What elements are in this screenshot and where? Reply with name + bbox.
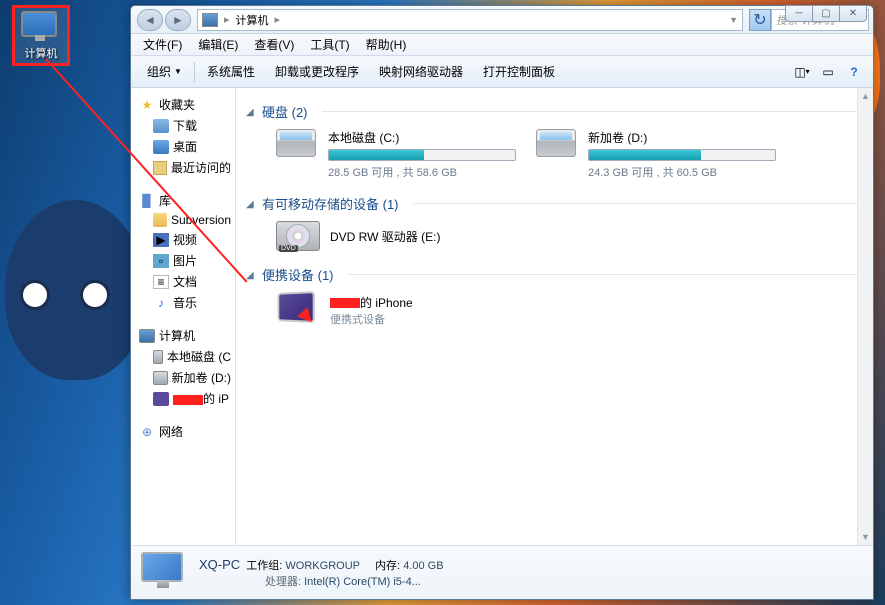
refresh-button[interactable]: ↻ [749,9,771,31]
device-subtitle: 便携式设备 [330,311,413,327]
preview-pane-button[interactable]: ▭ [815,60,841,84]
library-icon: ▉ [139,194,155,208]
usage-bar [588,149,776,161]
drive-name: 本地磁盘 (C:) [328,129,516,146]
nav-desktop[interactable]: 桌面 [131,136,235,157]
dvd-drive[interactable]: DVD DVD RW 驱动器 (E:) [276,221,863,251]
drive-icon [153,371,168,385]
details-cpu: 处理器: Intel(R) Core(TM) i5-4... [199,574,444,591]
nav-computer[interactable]: 计算机 [131,325,235,346]
redacted-text [330,298,360,308]
nav-music[interactable]: ♪音乐 [131,292,235,313]
hard-drive-icon [276,129,320,165]
chevron-right-icon[interactable]: ▸ [222,13,232,26]
nav-pane: ★收藏夹 下载 桌面 最近访问的 ▉库 Subversion ▶视频 ▫图片 ≡… [131,88,236,545]
nav-subversion[interactable]: Subversion [131,211,235,229]
device-name: DVD RW 驱动器 (E:) [330,228,440,245]
minimize-button[interactable]: ─ [785,5,813,22]
dropdown-arrow-icon[interactable]: ▼ [729,15,738,25]
disclosure-icon: ◢ [246,270,256,280]
video-icon: ▶ [153,233,169,247]
toolbar: 组织 ▼ 系统属性 卸载或更改程序 映射网络驱动器 打开控制面板 ◫▾ ▭ ? [131,56,873,88]
map-drive-button[interactable]: 映射网络驱动器 [369,59,473,84]
address-bar[interactable]: ▸ 计算机 ▸ ▼ [197,9,743,31]
menu-edit[interactable]: 编辑(E) [190,34,246,55]
desktop-icon-computer[interactable]: 计算机 [12,5,70,66]
nav-libraries[interactable]: ▉库 [131,190,235,211]
iphone-device[interactable]: 的 iPhone 便携式设备 [276,292,863,328]
content-pane: ◢ 硬盘 (2) 本地磁盘 (C:) 28.5 GB 可用 , 共 58.6 G… [236,88,873,545]
titlebar: ◄ ► ▸ 计算机 ▸ ▼ ↻ 搜索 计算机 [131,6,873,34]
details-pane: XQ-PC 工作组: WORKGROUP 内存: 4.00 GB 处理器: In… [131,545,873,599]
computer-icon [141,552,189,594]
details-computer-name: XQ-PC 工作组: WORKGROUP 内存: 4.00 GB [199,555,444,575]
nav-downloads[interactable]: 下载 [131,115,235,136]
system-properties-button[interactable]: 系统属性 [197,59,265,84]
phone-icon [153,392,169,406]
group-removable[interactable]: ◢ 有可移动存储的设备 (1) [246,194,863,213]
hard-drive-icon [536,129,580,165]
group-portable[interactable]: ◢ 便携设备 (1) [246,265,863,284]
nav-drive-c[interactable]: 本地磁盘 (C [131,346,235,367]
menu-tools[interactable]: 工具(T) [302,34,357,55]
computer-icon [202,13,218,27]
usage-bar [328,149,516,161]
desktop-icon [153,140,169,154]
nav-pictures[interactable]: ▫图片 [131,250,235,271]
back-button[interactable]: ◄ [137,9,163,31]
chevron-right-icon[interactable]: ▸ [273,13,283,26]
control-panel-button[interactable]: 打开控制面板 [473,59,565,84]
device-name: 的 iPhone [330,294,413,311]
document-icon: ≡ [153,275,169,289]
computer-icon [139,329,155,343]
menu-file[interactable]: 文件(F) [135,34,190,55]
star-icon: ★ [139,98,155,112]
phone-icon [276,292,320,328]
disclosure-icon: ◢ [246,107,256,117]
recent-icon [153,161,167,175]
nav-iphone[interactable]: 的 iP [131,388,235,409]
desktop-icon-label: 计算机 [17,45,65,61]
redacted-text [173,395,203,405]
menu-view[interactable]: 查看(V) [246,34,302,55]
nav-favorites[interactable]: ★收藏夹 [131,94,235,115]
menubar: 文件(F) 编辑(E) 查看(V) 工具(T) 帮助(H) [131,34,873,56]
dvd-icon: DVD [276,221,320,251]
disclosure-icon: ◢ [246,199,256,209]
uninstall-button[interactable]: 卸载或更改程序 [265,59,369,84]
group-hard-disks[interactable]: ◢ 硬盘 (2) [246,102,863,121]
scroll-up-icon[interactable]: ▲ [858,88,873,104]
drive-icon [153,350,163,364]
nav-videos[interactable]: ▶视频 [131,229,235,250]
organize-button[interactable]: 组织 ▼ [137,59,192,84]
drive-c[interactable]: 本地磁盘 (C:) 28.5 GB 可用 , 共 58.6 GB [276,129,516,180]
nav-drive-d[interactable]: 新加卷 (D:) [131,367,235,388]
nav-recent[interactable]: 最近访问的 [131,157,235,178]
drive-free-text: 24.3 GB 可用 , 共 60.5 GB [588,164,776,180]
pane-splitter[interactable] [231,88,235,545]
drive-d[interactable]: 新加卷 (D:) 24.3 GB 可用 , 共 60.5 GB [536,129,776,180]
folder-icon [153,213,167,227]
music-icon: ♪ [153,296,169,310]
picture-icon: ▫ [153,254,169,268]
forward-button[interactable]: ► [165,9,191,31]
close-button[interactable]: ✕ [839,5,867,22]
maximize-button[interactable]: ▢ [812,5,840,22]
menu-help[interactable]: 帮助(H) [358,34,415,55]
scrollbar[interactable]: ▲ ▼ [857,88,873,545]
drive-name: 新加卷 (D:) [588,129,776,146]
computer-icon [21,11,61,43]
nav-documents[interactable]: ≡文档 [131,271,235,292]
help-button[interactable]: ? [841,60,867,84]
network-icon: ⊕ [139,425,155,439]
breadcrumb-item[interactable]: 计算机 [232,12,273,28]
view-options-button[interactable]: ◫▾ [789,60,815,84]
scroll-down-icon[interactable]: ▼ [858,529,873,545]
explorer-window: ─ ▢ ✕ ◄ ► ▸ 计算机 ▸ ▼ ↻ 搜索 计算机 文件(F) 编辑(E)… [130,5,874,600]
drive-free-text: 28.5 GB 可用 , 共 58.6 GB [328,164,516,180]
nav-network[interactable]: ⊕网络 [131,421,235,442]
download-icon [153,119,169,133]
chevron-down-icon: ▼ [174,67,182,76]
